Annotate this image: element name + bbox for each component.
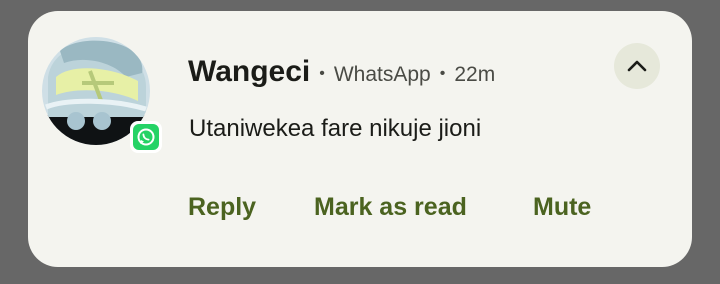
message-text: Utaniwekea fare nikuje jioni (189, 115, 482, 142)
expand-button[interactable] (614, 43, 660, 89)
app-name: WhatsApp (333, 63, 431, 86)
separator-dot: • (439, 65, 446, 82)
mark-as-read-button[interactable]: Mark as read (314, 193, 467, 222)
timestamp: 22m (454, 63, 496, 86)
chevron-up-icon (627, 60, 647, 72)
notification-header: Wangeci • WhatsApp • 22m (188, 55, 495, 95)
whatsapp-icon (130, 121, 162, 153)
reply-button[interactable]: Reply (188, 193, 256, 222)
notification-card[interactable]: Wangeci • WhatsApp • 22m Utaniwekea fare… (28, 11, 692, 267)
avatar-group (42, 37, 162, 157)
mute-button[interactable]: Mute (533, 193, 591, 222)
sender-name: Wangeci (188, 55, 311, 88)
notification-actions: Reply Mark as read Mute (28, 193, 692, 233)
separator-dot: • (319, 65, 325, 82)
